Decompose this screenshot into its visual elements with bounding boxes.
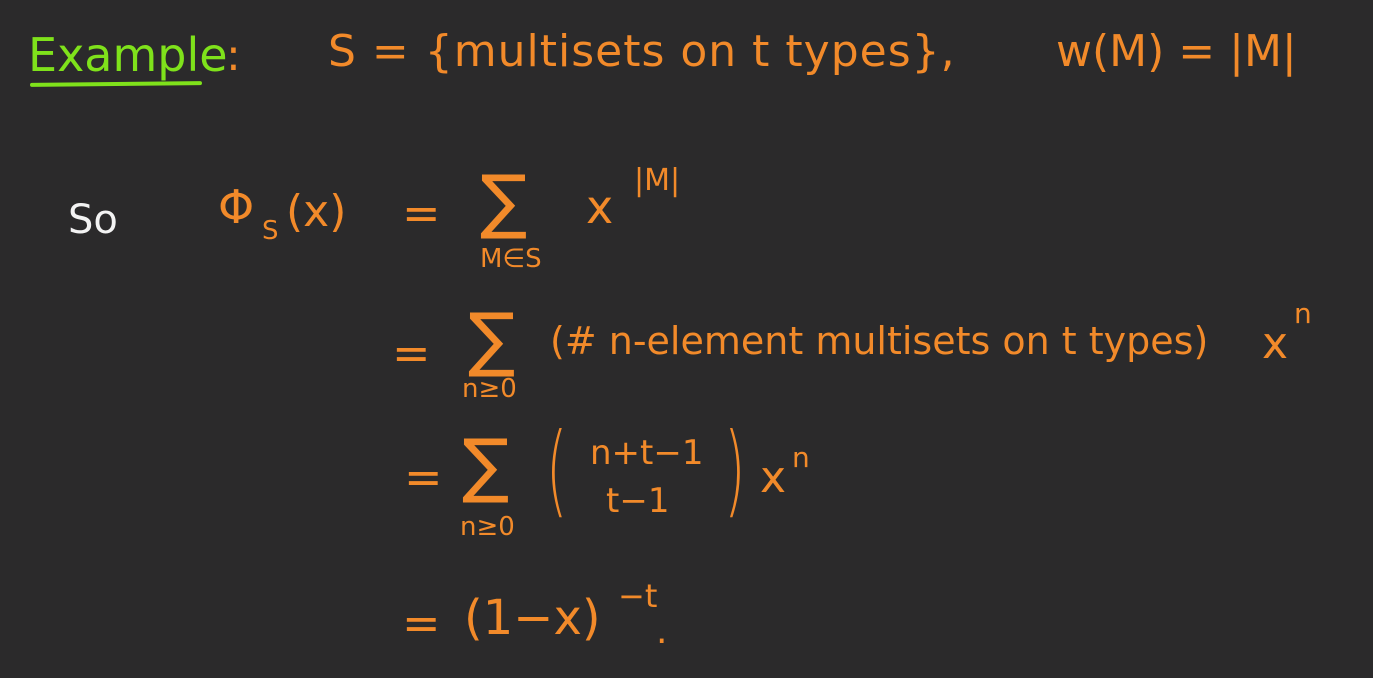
term-exponent: |M|	[634, 163, 681, 198]
so-label: So	[68, 197, 118, 243]
sigma-icon: ∑	[462, 424, 510, 506]
phi-subscript: S	[262, 216, 279, 246]
equals-sign: =	[392, 326, 431, 380]
sigma-icon: ∑	[480, 160, 528, 242]
sum-range: n≥0	[460, 512, 515, 542]
binomial-open-paren: (	[546, 411, 568, 528]
sum-term: (# n-element multisets on t types)	[550, 319, 1209, 363]
power-base: x	[760, 452, 787, 503]
binomial-top: n+t−1	[590, 433, 704, 473]
term-exponent: n	[792, 441, 810, 474]
closed-form: (1−x)	[464, 590, 601, 646]
phi-argument: (x)	[286, 186, 347, 237]
equals-sign: =	[404, 450, 443, 504]
sum-range: M∈S	[480, 244, 542, 274]
equals-sign: =	[402, 186, 441, 240]
term-exponent: n	[1294, 297, 1312, 330]
example-heading: Example	[28, 28, 228, 82]
example-underline	[29, 81, 203, 87]
power-base: x	[1262, 318, 1289, 369]
weight-definition: w(M) = |M|	[1056, 26, 1297, 77]
example-colon: :	[226, 30, 241, 81]
binomial-bottom: t−1	[606, 481, 670, 521]
sum-range: n≥0	[462, 374, 517, 404]
sum-term: x	[586, 180, 614, 234]
equals-sign: =	[402, 596, 441, 650]
set-definition: S = {multisets on t types},	[328, 26, 956, 77]
binomial-close-paren: )	[724, 411, 746, 528]
term-exponent: −t	[618, 577, 658, 615]
final-period: .	[656, 611, 668, 652]
sigma-icon: ∑	[468, 298, 516, 380]
phi-symbol: Φ	[218, 180, 255, 234]
